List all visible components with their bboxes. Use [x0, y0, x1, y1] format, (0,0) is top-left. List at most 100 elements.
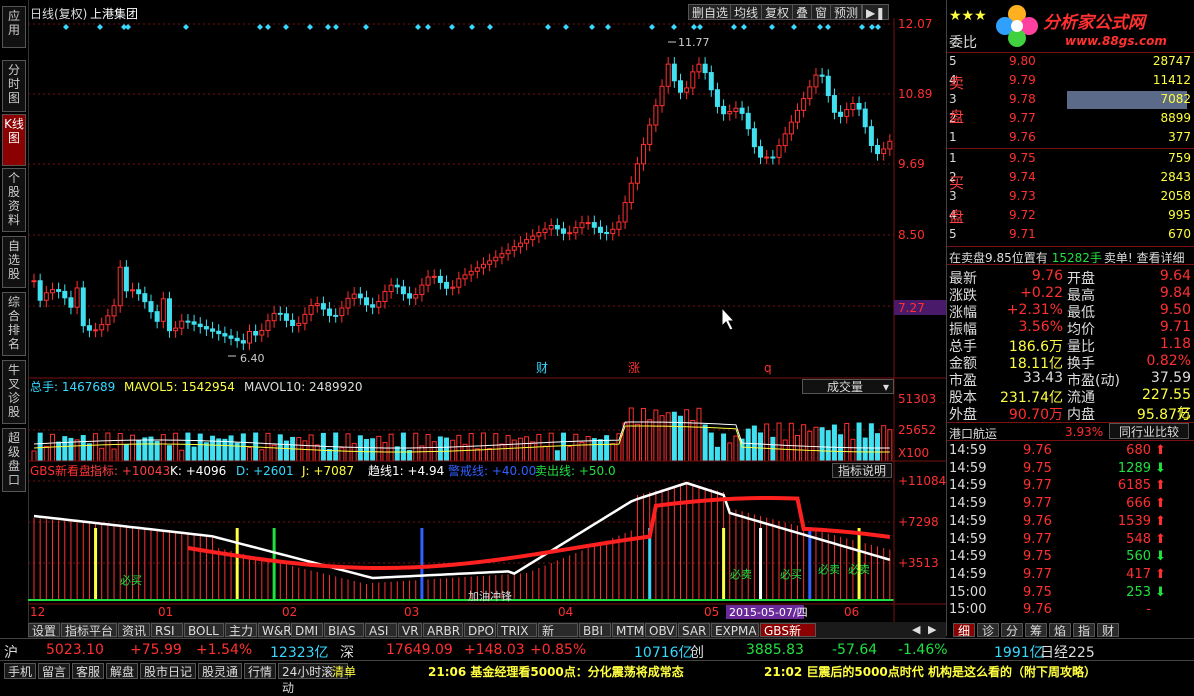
logo-url: www.88gs.com — [1065, 34, 1167, 48]
sz-pct: +0.85% — [530, 642, 587, 658]
volume-bar — [166, 445, 172, 462]
tab-scroll-left-icon[interactable]: ◀ — [912, 623, 920, 636]
order-book-row: 5 9.71 670 — [949, 227, 1191, 241]
right-tab-0[interactable]: 细 — [953, 623, 975, 638]
volume-bar — [813, 426, 819, 462]
news-bar-button[interactable]: 客服 — [72, 663, 104, 679]
volume-bar — [665, 412, 671, 462]
volume-mavol5: MAVOL5: 1542954 — [124, 380, 235, 394]
nav-kline[interactable]: K线图 — [2, 114, 26, 166]
candle — [862, 108, 868, 128]
volume-bar — [597, 439, 603, 462]
signal-diamond-icon — [869, 24, 875, 30]
tab-9[interactable]: ASI — [365, 623, 397, 638]
candle — [653, 105, 659, 126]
candle — [37, 280, 43, 301]
volume-bar — [228, 435, 234, 462]
tab-2[interactable]: 资讯 — [118, 623, 150, 638]
nav-diagnosis[interactable]: 牛叉诊股 — [2, 360, 26, 424]
right-tab-4[interactable]: 焰 — [1049, 623, 1071, 638]
stat-row: 总手 186.6万 量比 1.18 — [949, 336, 1191, 355]
tab-20[interactable]: GBS新看盘 — [760, 623, 816, 652]
volume-bar — [247, 447, 252, 462]
right-tab-3[interactable]: 筹 — [1025, 623, 1047, 638]
nav-profile[interactable]: 个股资料 — [2, 168, 26, 232]
volume-bar — [524, 436, 530, 462]
kline-chart[interactable]: 必买加油冲锋必卖 必买 必卖 必卖 12.07 10.89 9.69 8.50 7.2… — [28, 18, 946, 622]
news-bar-button[interactable]: 解盘 — [106, 663, 138, 679]
candle — [394, 284, 400, 288]
volume-bar — [721, 433, 727, 462]
news-bar-button[interactable]: 股市日记 — [140, 663, 196, 679]
candle — [641, 143, 647, 165]
tab-1[interactable]: 指标平台 — [61, 623, 117, 638]
volume-bar — [456, 434, 462, 462]
tab-0[interactable]: 设置 — [28, 623, 60, 638]
news-headline[interactable]: 21:02 巨震后的5000点时代 机构是这么看的（附下周攻略） — [764, 663, 1096, 680]
tab-3[interactable]: RSI — [151, 623, 183, 638]
signal-diamond-icon — [415, 24, 421, 30]
tab-10[interactable]: VR — [398, 623, 422, 638]
indicator-field: 趋线1: +4.94 — [368, 464, 444, 478]
volume-selector[interactable]: 成交量 ▾ — [802, 379, 894, 394]
indicator-field: 警戒线: +40.00 — [448, 463, 536, 478]
nav-apps[interactable]: 应用 — [2, 6, 26, 48]
volume-total: 总手: 1467689 — [30, 380, 115, 394]
news-bar-button[interactable]: 手机 — [4, 663, 36, 679]
industry-compare-button[interactable]: 同行业比较 — [1109, 423, 1189, 439]
nav-intraday[interactable]: 分时图 — [2, 60, 26, 112]
tab-5[interactable]: 主力 — [225, 623, 257, 638]
candle — [154, 311, 160, 322]
signal-diamond-icon — [97, 24, 103, 30]
signal-diamond-icon — [325, 24, 331, 30]
news-bar-button[interactable]: 行情 — [244, 663, 276, 679]
signal-diamond-icon — [63, 24, 69, 30]
tab-12[interactable]: DPO — [464, 623, 496, 638]
nav-ranking[interactable]: 综合排名 — [2, 292, 26, 356]
tab-18[interactable]: SAR — [678, 623, 710, 638]
tab-19[interactable]: EXPMA — [711, 623, 759, 638]
signal-diamond-icon — [691, 24, 697, 30]
indicator-signal-label: 必买 — [120, 574, 142, 587]
tab-13[interactable]: TRIX — [497, 623, 537, 638]
signal-diamond-icon — [563, 24, 569, 30]
nav-super-panel[interactable]: 超级盘口 — [2, 428, 26, 492]
tab-14[interactable]: 新DMA — [538, 623, 578, 652]
nav-watchlist[interactable]: 自选股 — [2, 236, 26, 288]
news-bar-button[interactable]: 留言 — [38, 663, 70, 679]
news-clear[interactable]: 清单 — [332, 663, 356, 680]
stat-row: 振幅 3.56% 均价 9.71 — [949, 319, 1191, 338]
indicator-explain-button[interactable]: 指标说明 — [832, 463, 892, 478]
indicator-field: 指标: +10043 — [90, 463, 170, 478]
tab-4[interactable]: BOLL — [184, 623, 224, 638]
candle — [825, 75, 831, 97]
volume-bar — [363, 438, 369, 462]
candle — [99, 324, 105, 331]
candle — [474, 267, 480, 272]
news-headline[interactable]: 21:06 基金经理看5000点：分化震荡将成常态 — [428, 663, 684, 680]
right-tab-5[interactable]: 指 — [1073, 623, 1095, 638]
left-nav: 应用 分时图 K线图 个股资料 自选股 综合排名 牛叉诊股 超级盘口 — [0, 0, 29, 636]
tab-16[interactable]: MTM — [612, 623, 644, 638]
signal-diamond-icon — [265, 24, 271, 30]
indicator-signal-label: 必买 — [780, 568, 802, 581]
candle — [173, 327, 179, 332]
tab-7[interactable]: DMI — [291, 623, 323, 638]
tab-scroll-right-icon[interactable]: ▶ — [928, 623, 936, 636]
indicator-signal-label: 加油冲锋 — [468, 589, 512, 603]
right-tab-2[interactable]: 分 — [1001, 623, 1023, 638]
cy-label: 创 — [690, 645, 704, 661]
tab-17[interactable]: OBV — [645, 623, 677, 638]
signal-diamond-icon — [469, 24, 475, 30]
tick-row: 14:59 9.77 417 ⬆ — [949, 566, 1166, 582]
news-bar-button[interactable]: 股灵通 — [198, 663, 242, 679]
tab-8[interactable]: BIAS — [324, 623, 364, 638]
tab-6[interactable]: W&R — [258, 623, 292, 638]
tab-15[interactable]: BBI — [579, 623, 611, 638]
right-tab-1[interactable]: 诊 — [977, 623, 999, 638]
tab-11[interactable]: ARBR — [423, 623, 463, 638]
right-tab-6[interactable]: 财 — [1097, 623, 1119, 638]
volume-bar — [554, 450, 560, 462]
candle — [610, 228, 616, 234]
chevron-down-icon: ▾ — [882, 380, 889, 394]
